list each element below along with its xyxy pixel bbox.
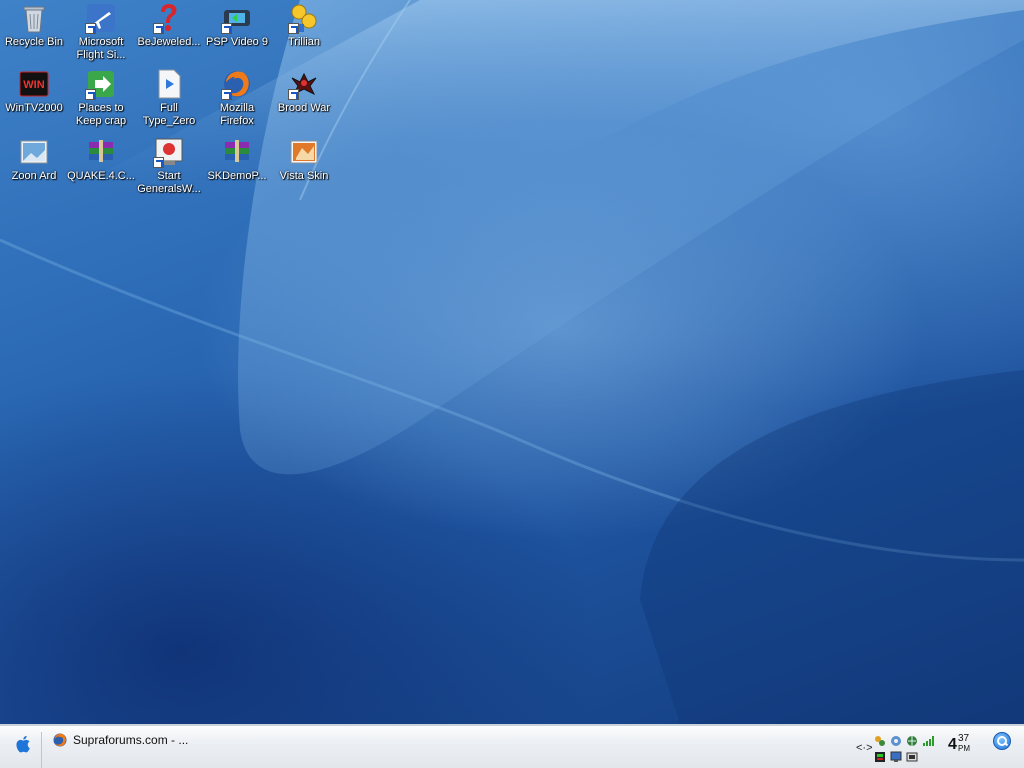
desktop-icon-quake-4[interactable]: QUAKE.4.C... bbox=[67, 136, 135, 183]
desktop-icon-label: Trillian bbox=[288, 36, 320, 48]
desktop-icon-label: SKDemoP... bbox=[207, 170, 267, 182]
taskbar-button-label: Supraforums.com - ... bbox=[73, 733, 189, 747]
start-button[interactable] bbox=[10, 730, 38, 758]
clock-ampm: PM bbox=[958, 744, 970, 753]
desktop-icon-zoon-ard[interactable]: Zoon Ard bbox=[0, 136, 68, 183]
display-icon[interactable] bbox=[906, 750, 918, 762]
taskbar: Supraforums.com - ... <·> 4 37 PM bbox=[0, 724, 1024, 768]
desktop-icon-label: Full Type_Zero bbox=[142, 102, 196, 127]
folder-shortcut-icon bbox=[85, 68, 117, 100]
shortcut-arrow-icon bbox=[85, 89, 96, 100]
desktop-icon-label: Microsoft Flight Si... bbox=[76, 36, 126, 61]
desktop-icon-trillian[interactable]: Trillian bbox=[270, 2, 338, 49]
recycle-bin-icon bbox=[18, 2, 50, 34]
desktop-icon-label: QUAKE.4.C... bbox=[67, 170, 135, 182]
media-file-icon bbox=[153, 68, 185, 100]
airplane-icon bbox=[85, 2, 117, 34]
shortcut-arrow-icon bbox=[288, 23, 299, 34]
desktop-icon-bejeweled[interactable]: BeJeweled... bbox=[135, 2, 203, 49]
desktop-icon-label: Vista Skin bbox=[279, 170, 329, 182]
trillian-icon bbox=[288, 2, 320, 34]
psp-video-icon bbox=[221, 2, 253, 34]
desktop-icon-label: WinTV2000 bbox=[5, 102, 63, 114]
desktop-icon-start-generals[interactable]: Start GeneralsW... bbox=[135, 136, 203, 196]
desktop: Recycle Bin Microsoft Flight Si... BeJew… bbox=[0, 0, 1024, 724]
shortcut-arrow-icon bbox=[221, 89, 232, 100]
monitor-icon[interactable] bbox=[890, 750, 902, 762]
search-icon[interactable] bbox=[993, 732, 1011, 750]
desktop-icon-label: BeJeweled... bbox=[137, 36, 201, 48]
generals-icon bbox=[153, 136, 185, 168]
desktop-icon-label: Mozilla Firefox bbox=[219, 102, 255, 127]
desktop-icon-vista-skin[interactable]: Vista Skin bbox=[270, 136, 338, 183]
desktop-icon-mozilla-firefox[interactable]: Mozilla Firefox bbox=[203, 68, 271, 128]
desktop-icon-wintv[interactable]: WIN WinTV2000 bbox=[0, 68, 68, 115]
tray-expand-arrows[interactable]: <·> bbox=[856, 742, 873, 754]
shortcut-arrow-icon bbox=[221, 23, 232, 34]
network-icon[interactable] bbox=[874, 734, 886, 746]
desktop-icon-label: Places to Keep crap bbox=[75, 102, 127, 127]
desktop-icon-psp-video[interactable]: PSP Video 9 bbox=[203, 2, 271, 49]
desktop-icon-full-type-zero[interactable]: Full Type_Zero bbox=[135, 68, 203, 128]
bejeweled-icon bbox=[153, 2, 185, 34]
winrar-archive-icon bbox=[221, 136, 253, 168]
desktop-icon-recycle-bin[interactable]: Recycle Bin bbox=[0, 2, 68, 49]
shortcut-arrow-icon bbox=[153, 157, 164, 168]
vista-skin-icon bbox=[288, 136, 320, 168]
meter-icon[interactable] bbox=[874, 750, 886, 762]
image-file-icon bbox=[18, 136, 50, 168]
shortcut-arrow-icon bbox=[288, 89, 299, 100]
clock[interactable]: 4 37 PM bbox=[948, 733, 970, 754]
globe-icon[interactable] bbox=[906, 734, 918, 746]
firefox-icon bbox=[53, 733, 67, 747]
desktop-icon-skdemop[interactable]: SKDemoP... bbox=[203, 136, 271, 183]
apple-icon bbox=[16, 735, 30, 753]
taskbar-divider bbox=[41, 732, 42, 768]
wintv-icon: WIN bbox=[18, 68, 50, 100]
firefox-icon bbox=[221, 68, 253, 100]
desktop-icon-brood-war[interactable]: Brood War bbox=[270, 68, 338, 115]
desktop-icon-label: PSP Video 9 bbox=[206, 36, 268, 48]
signal-bars-icon[interactable] bbox=[922, 734, 934, 746]
desktop-icon-label: Recycle Bin bbox=[4, 36, 64, 48]
shortcut-arrow-icon bbox=[153, 23, 164, 34]
desktop-icon-flight-simulator[interactable]: Microsoft Flight Si... bbox=[67, 2, 135, 62]
gear-icon[interactable] bbox=[890, 734, 902, 746]
desktop-icon-label: Brood War bbox=[277, 102, 331, 114]
taskbar-button-supraforums[interactable]: Supraforums.com - ... bbox=[52, 729, 222, 751]
clock-hour: 4 bbox=[948, 736, 957, 753]
shortcut-arrow-icon bbox=[85, 23, 96, 34]
winrar-archive-icon bbox=[85, 136, 117, 168]
brood-war-icon bbox=[288, 68, 320, 100]
desktop-icon-label: Start GeneralsW... bbox=[137, 170, 201, 195]
svg-text:WIN: WIN bbox=[23, 79, 44, 91]
desktop-icon-label: Zoon Ard bbox=[11, 170, 57, 182]
desktop-icon-places-to-keep-crap[interactable]: Places to Keep crap bbox=[67, 68, 135, 128]
clock-minute: 37 bbox=[958, 733, 970, 744]
